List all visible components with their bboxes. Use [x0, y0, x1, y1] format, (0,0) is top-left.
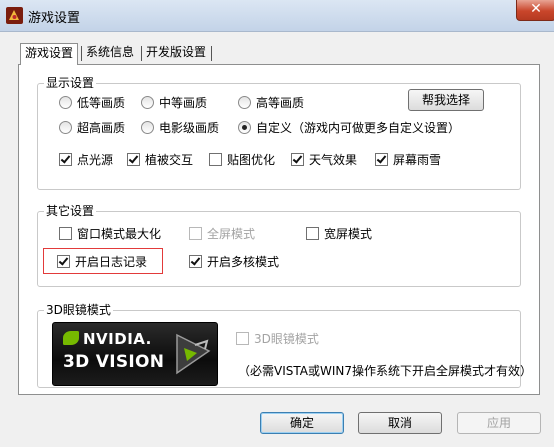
checkbox-enable-logging[interactable]: 开启日志记录 — [57, 255, 147, 269]
checkbox-3d-glasses-mode[interactable]: 3D眼镜模式 — [236, 332, 319, 346]
checkbox-box — [209, 153, 222, 166]
other-settings-title: 其它设置 — [44, 204, 97, 218]
checkbox-box-checked — [375, 153, 388, 166]
checkbox-box-checked — [59, 153, 72, 166]
radio-custom-quality[interactable]: 自定义（游戏内可做更多自定义设置） — [238, 121, 460, 135]
checkbox-weather-effects[interactable]: 天气效果 — [291, 153, 357, 167]
title-bar: 游戏设置 ✕ — [0, 0, 554, 32]
tab-system-info[interactable]: 系统信息 — [82, 43, 138, 63]
nvidia-eye-icon — [63, 331, 79, 345]
radio-circle — [59, 96, 72, 109]
tab-label: 游戏设置 — [25, 46, 74, 60]
checkbox-fullscreen-mode[interactable]: 全屏模式 — [189, 227, 255, 241]
window-title: 游戏设置 — [28, 11, 81, 26]
radio-medium-quality[interactable]: 中等画质 — [141, 96, 207, 110]
glasses-3d-title: 3D眼镜模式 — [44, 303, 113, 317]
3d-glasses-icon — [176, 333, 211, 375]
checkbox-vegetation-interaction[interactable]: 植被交互 — [127, 153, 193, 167]
radio-circle — [238, 96, 251, 109]
game-app-icon — [6, 7, 23, 24]
apply-button[interactable]: 应用 — [457, 412, 541, 434]
radio-circle-selected — [238, 121, 251, 134]
display-settings-title: 显示设置 — [44, 76, 97, 90]
cancel-button[interactable]: 取消 — [358, 412, 442, 434]
logo-brand-text: NVIDIA. — [83, 330, 152, 348]
radio-cinematic-quality[interactable]: 电影级画质 — [141, 121, 219, 135]
checkbox-box-disabled — [189, 227, 202, 240]
checkbox-screen-rain-snow[interactable]: 屏幕雨雪 — [375, 153, 441, 167]
checkbox-texture-optimization[interactable]: 贴图优化 — [209, 153, 275, 167]
checkbox-box — [306, 227, 319, 240]
radio-high-quality[interactable]: 高等画质 — [238, 96, 304, 110]
tab-game-settings[interactable]: 游戏设置 — [20, 43, 79, 65]
checkbox-box-checked — [291, 153, 304, 166]
tab-label: 开发版设置 — [146, 45, 207, 59]
radio-ultra-quality[interactable]: 超高画质 — [59, 121, 125, 135]
help-me-choose-button[interactable]: 帮我选择 — [408, 89, 484, 111]
checkbox-point-light[interactable]: 点光源 — [59, 153, 113, 167]
logo-product-text: 3D VISION — [63, 352, 165, 372]
checkbox-box-checked — [127, 153, 140, 166]
close-button[interactable]: ✕ — [516, 0, 554, 21]
checkbox-box-checked — [189, 255, 202, 268]
ok-button[interactable]: 确定 — [260, 412, 344, 434]
radio-circle — [141, 121, 154, 134]
close-icon: ✕ — [530, 1, 542, 17]
checkbox-box-checked — [57, 255, 70, 268]
checkbox-box — [59, 227, 72, 240]
3d-requirement-note: （必需VISTA或WIN7操作系统下开启全屏模式才有效） — [238, 364, 532, 378]
tab-dev-settings[interactable]: 开发版设置 — [142, 43, 210, 63]
radio-circle — [59, 121, 72, 134]
checkbox-widescreen-mode[interactable]: 宽屏模式 — [306, 227, 372, 241]
checkbox-enable-multicore[interactable]: 开启多核模式 — [189, 255, 279, 269]
tab-label: 系统信息 — [86, 45, 135, 59]
checkbox-windowed-maximize[interactable]: 窗口模式最大化 — [59, 227, 161, 241]
tab-separator — [211, 46, 212, 61]
radio-low-quality[interactable]: 低等画质 — [59, 96, 125, 110]
checkbox-box-disabled — [236, 332, 249, 345]
nvidia-3d-vision-logo: NVIDIA. 3D VISION — [52, 322, 218, 386]
radio-circle — [141, 96, 154, 109]
